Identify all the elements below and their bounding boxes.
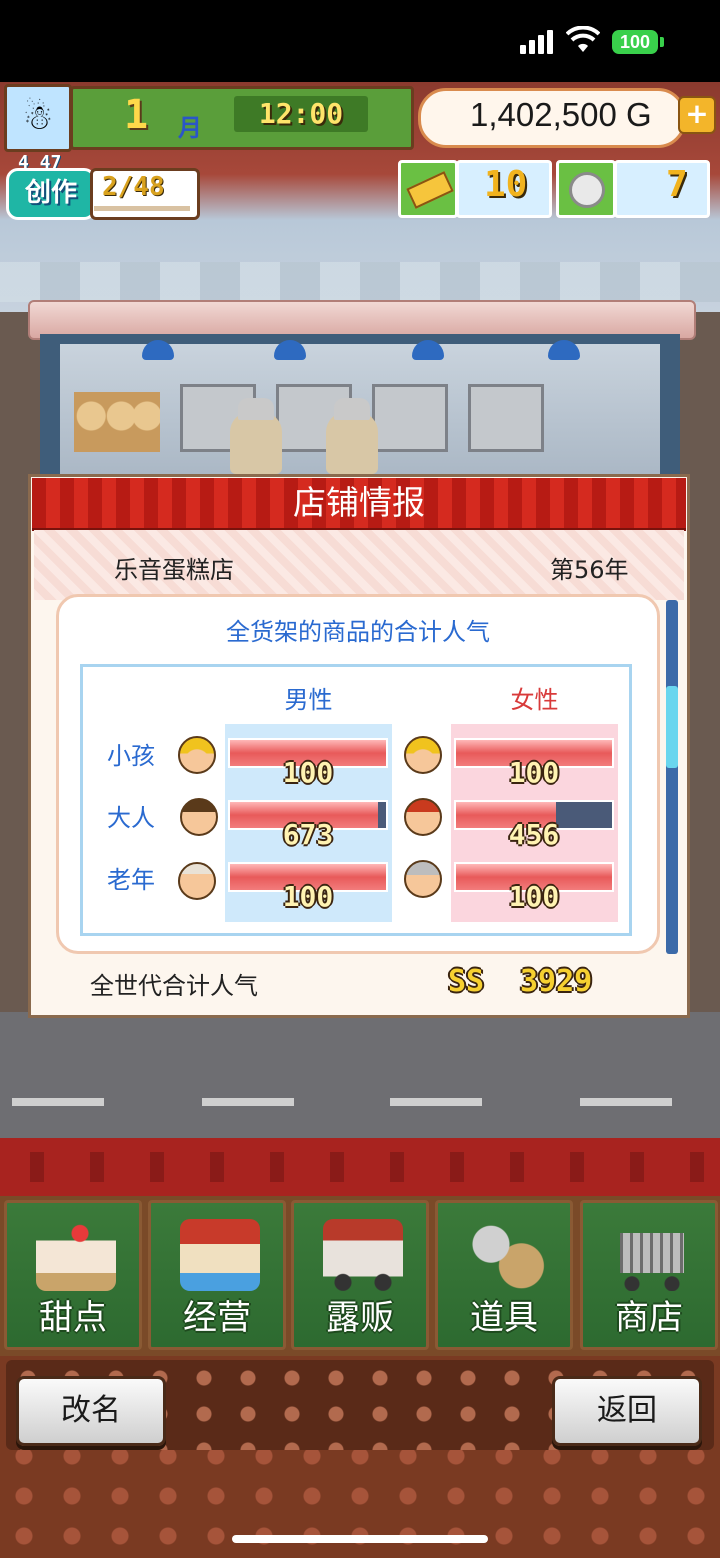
ticket-count: 10 [484,164,528,205]
adult-woman-icon [404,798,442,836]
value-child-female: 100 [508,756,560,789]
value-adult-female: 456 [508,818,560,851]
panel-scrollbar[interactable] [666,600,678,954]
child-girl-helmet-icon [404,736,442,774]
shopping-cart-icon [612,1219,692,1291]
food-truck-icon [323,1219,403,1291]
gold-amount: 1,402,500 G [470,96,652,133]
total-popularity-value: 3929 [520,964,593,999]
panel-title: 全货架的商品的合计人气 [226,618,490,646]
create-count: 2/48 [102,172,165,202]
child-boy-helmet-icon [178,736,216,774]
scrollbar-thumb[interactable] [666,686,678,768]
row-label-child: 小孩 [107,742,155,770]
menu-stall-button[interactable]: 露贩 [291,1200,429,1350]
total-rank: SS [448,964,485,999]
create-progress [94,206,190,211]
menu-sweets-button[interactable]: 甜点 [4,1200,142,1350]
elderly-man-icon [178,862,216,900]
shop-year: 第56年 [550,556,629,584]
status-time: 21:32 [86,24,161,56]
create-button[interactable]: 创作 [6,168,96,220]
cake-icon [36,1219,116,1291]
month-number: 1 [124,92,149,138]
menu-manage-button[interactable]: 经营 [148,1200,286,1350]
elderly-woman-icon [404,860,442,898]
dialog-title: 店铺情报 [32,478,686,531]
row-label-adult: 大人 [107,804,155,832]
row-label-elderly: 老年 [107,866,155,894]
home-indicator[interactable] [232,1535,488,1543]
shop-building-icon [180,1219,260,1291]
shop-name: 乐音蛋糕店 [114,556,234,584]
adult-man-icon [180,798,218,836]
signal-icon [520,30,556,54]
oven [372,384,448,452]
header-male: 男性 [284,686,333,714]
battery-tip [660,37,664,47]
battery-indicator: 100 [612,30,658,54]
chef-character [326,398,378,474]
medal-count: 7 [666,164,688,205]
chef-character [230,398,282,474]
rename-button[interactable]: 改名 [16,1376,166,1446]
header-female: 女性 [510,686,559,714]
value-elderly-male: 100 [282,880,334,913]
menu-store-button[interactable]: 商店 [580,1200,718,1350]
wifi-icon [566,26,600,52]
value-adult-male: 673 [282,818,334,851]
value-elderly-female: 100 [508,880,560,913]
silver-medal-icon [556,160,616,218]
medal-panel [614,160,710,218]
menu-items-button[interactable]: 道具 [435,1200,573,1350]
game-clock: 12:00 [234,96,368,132]
gold-ticket-icon [398,160,458,218]
value-child-male: 100 [282,756,334,789]
street [0,1012,720,1142]
gear-bag-icon [467,1219,547,1291]
snowman-icon[interactable]: ☃ [4,84,72,152]
oven [468,384,544,452]
total-popularity-label: 全世代合计人气 [90,972,258,1000]
plus-icon[interactable]: + [678,96,716,134]
back-button[interactable]: 返回 [552,1376,702,1446]
month-label: 月 [178,114,202,142]
bread-display [74,392,160,452]
